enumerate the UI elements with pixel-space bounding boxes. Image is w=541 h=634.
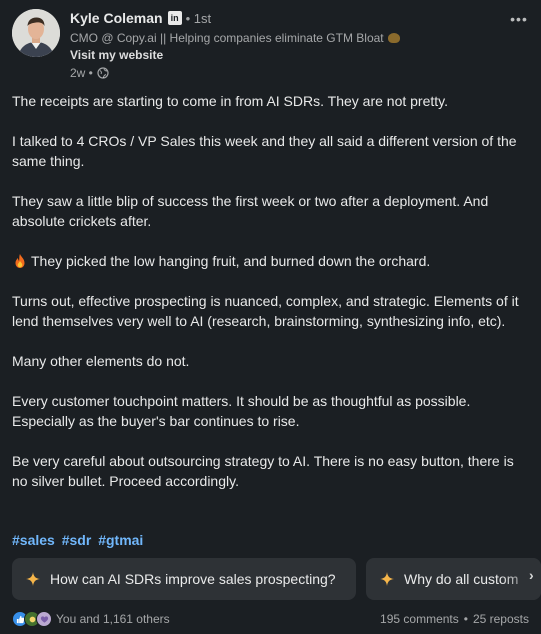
connection-degree: • 1st [185,10,212,26]
post-time: 2w • [70,66,93,80]
reactions-label: You and 1,161 others [56,612,170,626]
separator: • [463,612,468,626]
reposts-count[interactable]: 25 reposts [473,612,529,626]
linkedin-badge-icon: in [167,11,182,25]
post-paragraph: Turns out, effective prospecting is nuan… [12,293,519,329]
post-paragraph: Many other elements do not. [12,353,190,369]
author-name[interactable]: Kyle Coleman [70,10,163,26]
author-avatar[interactable] [12,9,60,57]
hashtag-sdr[interactable]: #sdr [62,532,92,548]
post-paragraph: I talked to 4 CROs / VP Sales this week … [12,133,517,169]
fire-icon [15,254,25,268]
suggestion-chip[interactable]: How can AI SDRs improve sales prospectin… [12,558,356,600]
visit-website-link[interactable]: Visit my website [70,48,400,62]
author-info: Kyle Coleman in • 1st CMO @ Copy.ai || H… [70,9,400,80]
engagement-counts: 195 comments • 25 reposts [380,612,529,626]
globe-icon [97,67,109,79]
post-paragraph: Every customer touchpoint matters. It sh… [12,393,471,429]
author-headline-text: CMO @ Copy.ai || Helping companies elimi… [70,30,384,45]
reactions-summary[interactable]: You and 1,161 others [12,611,170,627]
chevron-right-icon[interactable]: › [529,567,539,585]
feed-post: Kyle Coleman in • 1st CMO @ Copy.ai || H… [0,0,541,634]
support-reaction-icon [36,611,52,627]
suggestion-chip[interactable]: Why do all custom [366,558,541,600]
post-body: The receipts are starting to come in fro… [12,91,532,511]
suggested-questions: How can AI SDRs improve sales prospectin… [12,558,541,601]
sparkle-icon [26,572,40,586]
post-paragraph: Be very careful about outsourcing strate… [12,453,514,489]
social-counts: You and 1,161 others 195 comments • 25 r… [12,609,529,629]
hashtag-gtmai[interactable]: #gtmai [98,532,143,548]
post-paragraph-fire: They picked the low hanging fruit, and b… [12,251,532,271]
comments-count[interactable]: 195 comments [380,612,459,626]
avatar-portrait-icon [12,9,60,57]
post-paragraph: They saw a little blip of success the fi… [12,193,489,229]
post-paragraph-text: They picked the low hanging fruit, and b… [31,253,431,269]
author-headline: CMO @ Copy.ai || Helping companies elimi… [70,30,400,45]
post-paragraph: The receipts are starting to come in fro… [12,93,448,109]
more-options-icon[interactable]: ••• [509,12,529,29]
suggestion-chip-label: How can AI SDRs improve sales prospectin… [50,571,336,587]
post-meta: 2w • [70,66,400,80]
hashtag-sales[interactable]: #sales [12,532,55,548]
sparkle-icon [380,572,394,586]
hashtag-list: #sales #sdr #gtmai [12,530,146,550]
post-header: Kyle Coleman in • 1st CMO @ Copy.ai || H… [12,9,541,84]
blob-emoji-icon [387,32,400,43]
